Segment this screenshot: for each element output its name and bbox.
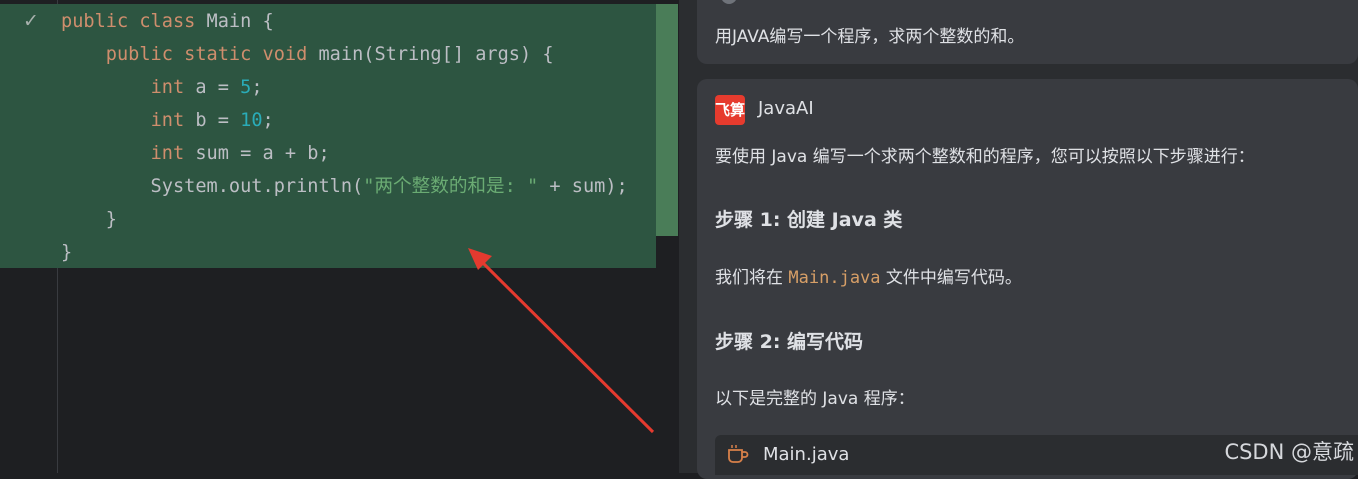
step1-text-post: 文件中编写代码。 [880,268,1022,288]
user-question: 用JAVA编写一个程序，求两个整数的和。 [715,27,1025,47]
watermark: CSDN @意疏 [1224,440,1354,464]
code-file-name: Main.java [763,444,850,465]
step1-heading: 步骤 1: 创建 Java 类 [715,209,903,231]
user-avatar [721,0,737,4]
inline-code-filename: Main.java [788,268,881,288]
code-editor[interactable]: ✓ public class Main { public static void… [0,0,679,473]
step2-text: 以下是完整的 Java 程序： [715,389,915,409]
step2-heading: 步骤 2: 编写代码 [715,331,864,353]
java-cup-icon [728,445,749,463]
feisuan-logo-icon: 飞算 [715,95,745,125]
answer-intro: 要使用 Java 编写一个求两个整数和的程序，您可以按照以下步骤进行： [715,147,1255,167]
step1-text-pre: 我们将在 [715,268,789,288]
assistant-name: JavaAI [758,98,814,119]
step1-text: 我们将在 Main.java 文件中编写代码。 [715,263,1022,288]
ai-chat-panel: 用JAVA编写一个程序，求两个整数的和。 飞算 JavaAI 要使用 Java … [679,0,1358,479]
annotation-arrow-icon [468,248,655,434]
